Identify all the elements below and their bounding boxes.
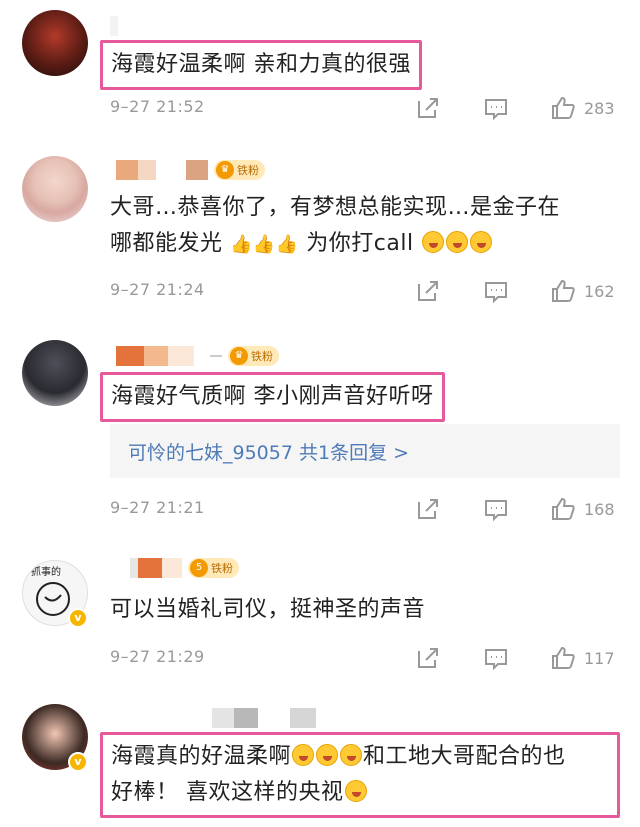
comment-item: 海霞好温柔啊 亲和力真的很强 9–27 21:52 283 (0, 0, 640, 140)
comment-icon (485, 500, 507, 522)
like-count: 162 (584, 281, 615, 301)
thumbs-up-icon (552, 646, 575, 669)
thumbs-up-icon (552, 96, 575, 119)
comment-button[interactable] (483, 278, 509, 304)
comment-text-segment: 为你打call (306, 231, 414, 256)
share-icon (418, 499, 438, 519)
timestamp: 9–27 21:24 (110, 280, 205, 299)
cheer-emoji-icon (292, 744, 315, 766)
comment-text-line: 海霞真的好温柔啊 和工地大哥配合的也 (111, 739, 609, 775)
reply-preview-link[interactable]: 可怜的七妹_95057 共1条回复 > (128, 438, 409, 465)
comment-meta: 9–27 21:29 117 (110, 645, 620, 671)
comment-meta: 9–27 21:21 168 (110, 496, 620, 522)
verified-badge-icon: v (68, 608, 88, 628)
fan-badge: ♛ 铁粉 (228, 346, 279, 366)
fan-badge: 5 铁粉 (188, 558, 239, 578)
comment-text-line: 哪都能发光 👍👍👍 为你打call (110, 226, 560, 263)
timestamp: 9–27 21:21 (110, 498, 205, 517)
comment-text-segment: 哪都能发光 (110, 231, 223, 256)
timestamp: 9–27 21:52 (110, 97, 205, 116)
cheer-emoji-icon (422, 231, 445, 253)
verified-badge-icon: v (68, 752, 88, 772)
avatar[interactable] (22, 340, 88, 406)
thumbs-up-emoji-icon: 👍👍👍 (230, 234, 299, 255)
like-count: 168 (584, 499, 615, 519)
comment-item: 抓事的 v 5 铁粉 可以当婚礼司仪，挺神圣的声音 9–27 21:29 117 (0, 540, 640, 690)
comment-meta: 9–27 21:24 162 (110, 278, 620, 304)
crown-icon: ♛ (216, 161, 234, 179)
fan-badge-label: 铁粉 (251, 350, 273, 363)
comment-text-segment: 海霞真的好温柔啊 (111, 744, 292, 769)
comment-button[interactable] (483, 645, 509, 671)
like-button[interactable]: 162 (550, 278, 615, 304)
comment-text: 海霞好温柔啊 亲和力真的很强 (100, 40, 422, 90)
username-redacted[interactable]: ♛ 铁粉 (116, 160, 265, 180)
reply-preview[interactable]: 可怜的七妹_95057 共1条回复 > (110, 424, 620, 478)
cheer-emoji-icon (470, 231, 493, 253)
share-icon (418, 98, 438, 118)
like-button[interactable]: 168 (550, 496, 615, 522)
comment-text: 可以当婚礼司仪，挺神圣的声音 (110, 597, 426, 622)
comment-item: ♛ 铁粉 大哥…恭喜你了，有梦想总能实现…是金子在 哪都能发光 👍👍👍 为你打c… (0, 140, 640, 320)
share-button[interactable] (415, 496, 441, 522)
username-redacted[interactable]: ♛ 铁粉 (116, 346, 279, 366)
comment-button[interactable] (483, 95, 509, 121)
comment-icon (485, 99, 507, 121)
share-button[interactable] (415, 278, 441, 304)
share-icon (418, 648, 438, 668)
fan-badge: ♛ 铁粉 (214, 160, 265, 180)
username-redacted[interactable] (116, 708, 316, 728)
comment-text-segment: 和工地大哥配合的也 (363, 744, 566, 769)
cheer-emoji-icon (344, 780, 367, 802)
comment-button[interactable] (483, 496, 509, 522)
share-icon (418, 281, 438, 301)
timestamp: 9–27 21:29 (110, 647, 205, 666)
crown-icon: 5 (190, 559, 208, 577)
avatar[interactable] (22, 10, 88, 76)
like-button[interactable]: 283 (550, 95, 615, 121)
thumbs-up-icon (552, 497, 575, 520)
comment-text: 海霞好气质啊 李小刚声音好听呀 (100, 372, 445, 422)
cheer-emoji-icon (340, 744, 363, 766)
fan-badge-label: 铁粉 (211, 562, 233, 575)
cheer-emoji-icon (446, 231, 469, 253)
comment-item: v 海霞真的好温柔啊 和工地大哥配合的也 好棒！ 喜欢这样的央视 (0, 690, 640, 827)
fan-badge-label: 铁粉 (237, 164, 259, 177)
thumbs-up-icon (552, 279, 575, 302)
like-count: 283 (584, 98, 615, 118)
comment-text: 海霞真的好温柔啊 和工地大哥配合的也 好棒！ 喜欢这样的央视 (100, 732, 620, 818)
like-button[interactable]: 117 (550, 645, 615, 671)
username-redacted[interactable]: 5 铁粉 (130, 558, 239, 578)
comment-meta: 9–27 21:52 283 (110, 95, 620, 121)
cheer-emoji-icon (316, 744, 339, 766)
comment-text-line: 大哥…恭喜你了，有梦想总能实现…是金子在 (110, 195, 561, 220)
comment-icon (485, 282, 507, 304)
comment-text-segment: 好棒！ 喜欢这样的央视 (111, 780, 344, 805)
comment-text-line: 好棒！ 喜欢这样的央视 (111, 775, 609, 811)
comment-icon (485, 649, 507, 671)
like-count: 117 (584, 648, 615, 668)
share-button[interactable] (415, 645, 441, 671)
share-button[interactable] (415, 95, 441, 121)
username-redacted[interactable] (110, 16, 118, 36)
crown-icon: ♛ (230, 347, 248, 365)
svg-text:抓事的: 抓事的 (31, 565, 61, 578)
comment-text: 大哥…恭喜你了，有梦想总能实现…是金子在 哪都能发光 👍👍👍 为你打call (110, 190, 560, 263)
avatar[interactable] (22, 156, 88, 222)
